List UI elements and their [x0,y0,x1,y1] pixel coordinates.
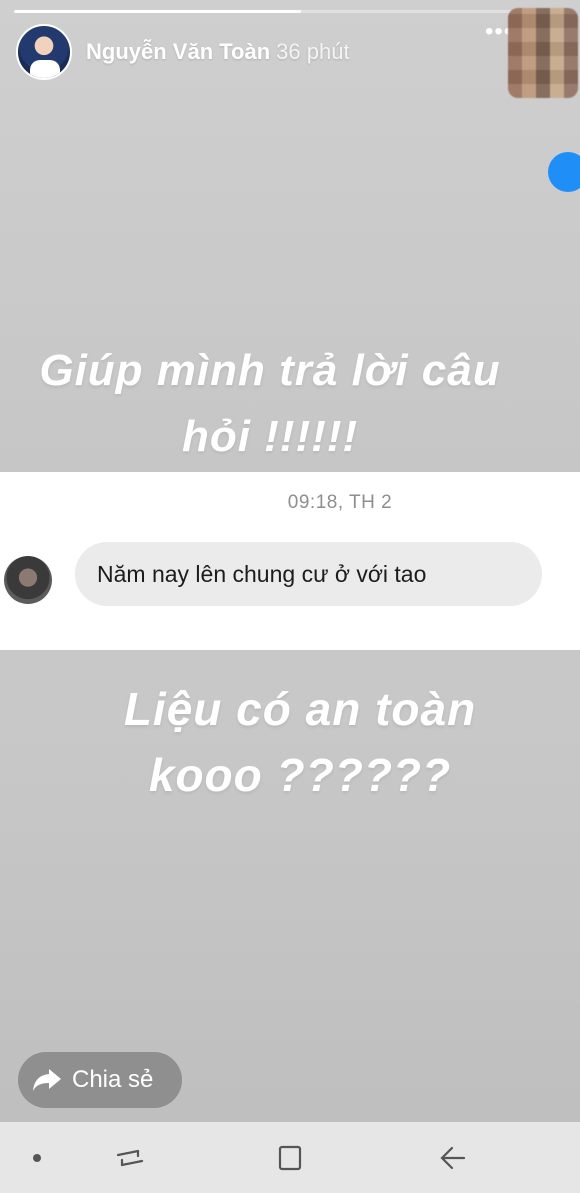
story-progress-bar [14,10,566,13]
post-time: 36 phút [276,39,350,64]
back-icon[interactable] [432,1142,472,1174]
story-progress-fill [14,10,302,13]
user-avatar[interactable] [16,24,72,80]
caption-bottom-line1: Liệu có an toàn [123,683,477,735]
message-bubble: Năm nay lên chung cư ở với tao [75,542,542,606]
message-timestamp: 09:18, TH 2 [287,492,393,513]
recent-apps-icon[interactable] [110,1142,150,1174]
message-text: Năm nay lên chung cư ở với tao [97,560,427,587]
share-button[interactable]: Chia sẻ [18,1052,182,1108]
system-nav-bar [0,1122,580,1193]
caption-bottom-line2: kooo ?????? [148,749,452,801]
blurred-face-image [508,8,578,98]
username[interactable]: Nguyễn Văn Toàn [86,39,270,65]
caption-top-line2: hỏi !!!!!! [181,412,359,461]
sender-avatar [4,556,52,604]
caption-bottom: Liệu có an toàn kooo ?????? [0,676,580,808]
caption-top: Giúp mình trả lời câu hỏi !!!!!! [0,338,540,470]
caption-top-line1: Giúp mình trả lời câu [39,346,501,395]
dot-icon [33,1154,41,1162]
seen-indicator [548,152,580,192]
share-arrow-icon [33,1069,61,1091]
share-label: Chia sẻ [72,1066,154,1093]
message-screenshot: 09:18, TH 2 Năm nay lên chung cư ở với t… [0,472,580,650]
home-icon[interactable] [270,1142,310,1174]
